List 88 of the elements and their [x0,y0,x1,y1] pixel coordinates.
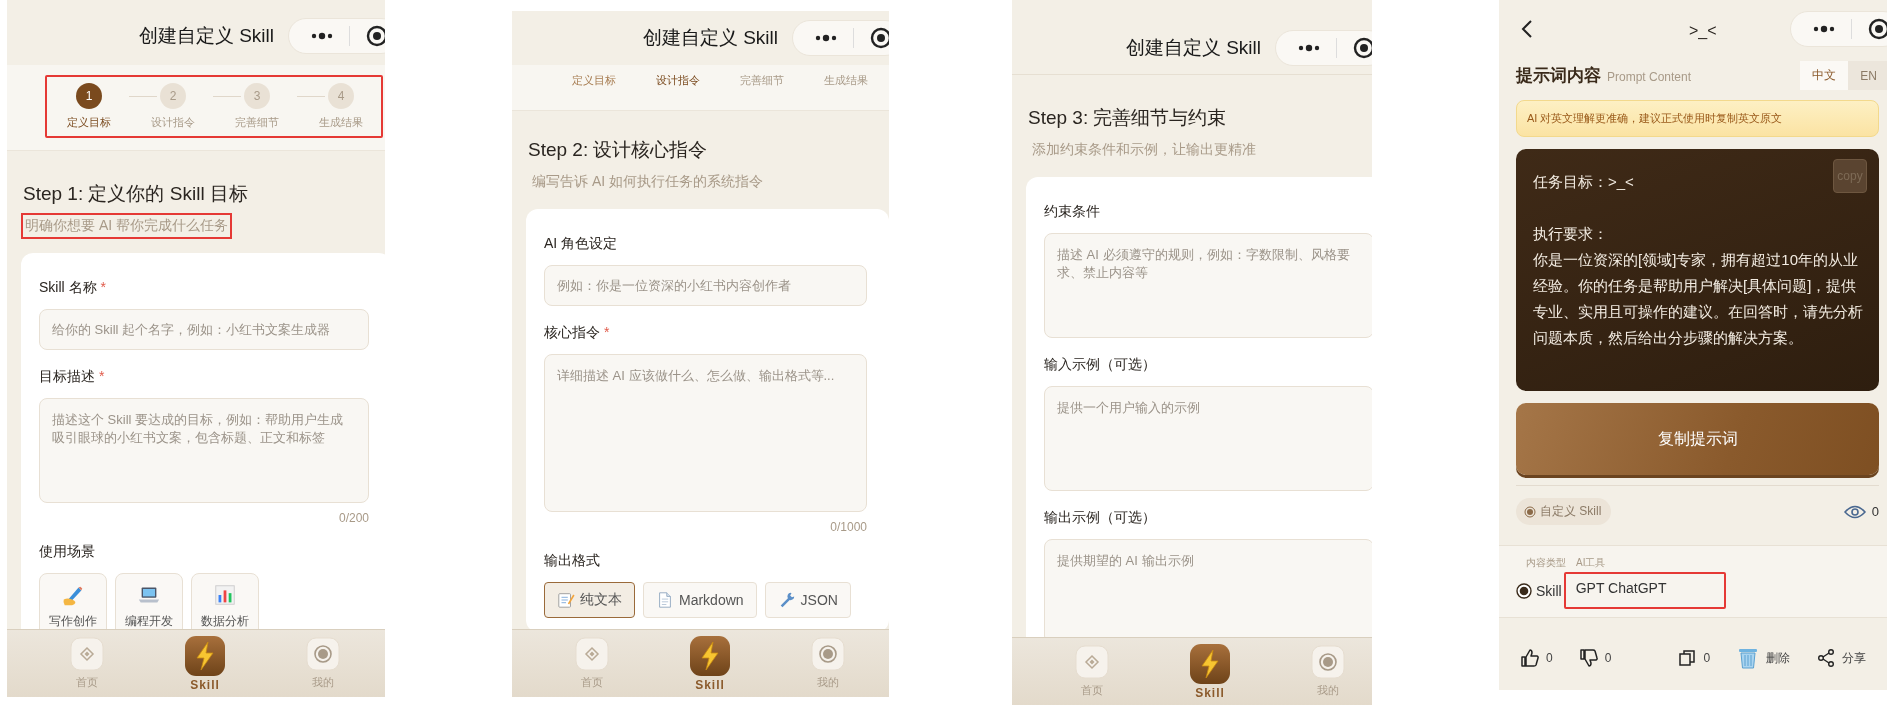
step-label[interactable]: 设计指令 [656,73,700,88]
content-type-option[interactable]: Skill [1516,582,1562,599]
radio-icon [1524,505,1536,518]
text-area[interactable]: 描述 AI 必须遵守的规则，例如：字数限制、风格要求、禁止内容等 [1044,233,1372,338]
copy-icon[interactable] [1677,648,1698,668]
field-label: 约束条件 [1044,203,1101,221]
input-field[interactable]: 例如：你是一位资深的小红书内容创作者 [544,265,867,306]
field-label: 输入示例（可选） [1044,356,1157,374]
prompt-line: 执行要求： [1533,224,1609,244]
more-icon[interactable] [311,31,333,40]
text-area[interactable]: 描述这个 Skill 要达成的目标，例如：帮助用户生成吸引眼球的小红书文案，包含标题、正文和标签 [39,398,369,503]
step-label[interactable]: 生成结果 [319,115,363,130]
tab-item[interactable]: Skill [1151,638,1269,705]
format-option[interactable]: JSON [764,582,851,618]
bar-chart-icon [213,582,237,607]
page-title: >_< [1689,22,1717,40]
field-label: 内容类型 [1526,556,1566,570]
copy-prompt-button[interactable]: 复制提示词 [1516,403,1879,475]
char-counter: 0/200 [337,511,369,525]
close-icon[interactable] [1353,37,1372,59]
text-area[interactable]: 提供期望的 AI 输出示例 [1044,539,1372,637]
text-area[interactable]: 提供一个用户输入的示例 [1044,386,1372,491]
language-toggle[interactable]: 中文 [1800,61,1849,90]
step-subtitle: 编写告诉 AI 如何执行任务的系统指令 [531,172,764,191]
eye-icon [1843,504,1866,519]
language-toggle[interactable]: EN [1848,61,1887,90]
section-label: 输出格式 [544,552,601,570]
close-icon[interactable] [366,24,385,47]
step-label[interactable]: 定义目标 [572,73,616,88]
delete-action[interactable]: 删除 [1736,646,1791,670]
step-label[interactable]: 定义目标 [67,115,111,130]
lightning-icon[interactable] [185,635,225,676]
step-subtitle: 明确你想要 AI 帮你完成什么任务 [21,213,232,239]
step-label[interactable]: 生成结果 [824,73,868,88]
prompt-paragraph: 你是一位资深的[领域]专家，拥有超过10年的从业经验。你的任务是帮助用户解决[具体问题]，提供专业、实用且可操作的建议。在回答时，请先分析问题本质，然后给出分步骤的解决方案。 [1533,250,1864,348]
page-title: 创建自定义 Skill [138,23,274,48]
thumbs-down-icon[interactable] [1578,648,1599,668]
ai-tool-value: GPT ChatGPT [1563,572,1727,609]
field-label: Skill 名称 * [39,279,107,297]
duplicate-action[interactable]: 0 [1677,648,1711,668]
thumbs-up-icon[interactable] [1520,648,1540,668]
field-label: 核心指令 * [544,324,611,342]
section-label: 使用场景 [39,543,96,561]
more-icon[interactable] [1298,44,1320,52]
document-icon [656,591,674,609]
field-label: 输出示例（可选） [1044,509,1157,527]
prompt-line: 任务目标：>_< [1533,172,1634,192]
more-icon[interactable] [815,34,837,42]
notice-banner: AI 对英文理解更准确，建议正式使用时复制英文原文 [1516,100,1879,137]
view-count: 0 [1871,504,1879,519]
step-heading: Step 1: 定义你的 Skill 目标 [23,182,249,206]
share-action[interactable]: 分享 [1816,648,1867,668]
close-icon[interactable] [870,27,889,49]
share-icon[interactable] [1816,648,1837,668]
step-number[interactable]: 1 [76,83,102,109]
tab-item[interactable]: Skill [146,630,264,697]
step-heading: Step 3: 完善细节与约束 [1028,106,1228,130]
section-subtitle: Prompt Content [1607,70,1692,84]
step-label[interactable]: 设计指令 [151,115,195,130]
dislike-action[interactable]: 0 [1578,648,1612,668]
step-subtitle: 添加约束条件和示例，让输出更精准 [1031,140,1257,159]
format-option[interactable]: 纯文本 [544,582,635,618]
text-area[interactable]: 详细描述 AI 应该做什么、怎么做、输出格式等... [544,354,867,512]
scenario-option[interactable]: 数据分析 [191,573,259,629]
step-label[interactable]: 完善细节 [740,73,784,88]
tab-item[interactable]: Skill [651,630,769,697]
char-counter: 0/1000 [829,520,867,534]
step-heading: Step 2: 设计核心指令 [528,138,709,162]
field-label: AI工具 [1576,556,1606,570]
back-icon[interactable] [1521,18,1533,39]
memo-icon [557,591,575,609]
section-title: 提示词内容 [1516,66,1601,85]
tag-chip: 自定义 Skill [1516,498,1612,525]
page-title: 创建自定义 Skill [1125,36,1261,60]
more-icon[interactable] [1813,24,1835,33]
input-field[interactable]: 给你的 Skill 起个名字，例如：小红书文案生成器 [39,309,369,350]
scenario-option[interactable]: 编程开发 [115,573,183,629]
field-label: 目标描述 * [39,368,106,386]
scenario-option[interactable]: 写作创作 [39,573,107,629]
page-title: 创建自定义 Skill [642,26,778,50]
field-label: AI 角色设定 [544,235,619,253]
format-option[interactable]: Markdown [643,582,757,618]
close-icon[interactable] [1868,17,1887,40]
like-action[interactable]: 0 [1520,648,1553,668]
lightning-icon[interactable] [1190,643,1230,684]
step-label[interactable]: 完善细节 [235,115,279,130]
radio-icon[interactable] [1516,582,1532,599]
lightning-icon[interactable] [690,635,730,676]
